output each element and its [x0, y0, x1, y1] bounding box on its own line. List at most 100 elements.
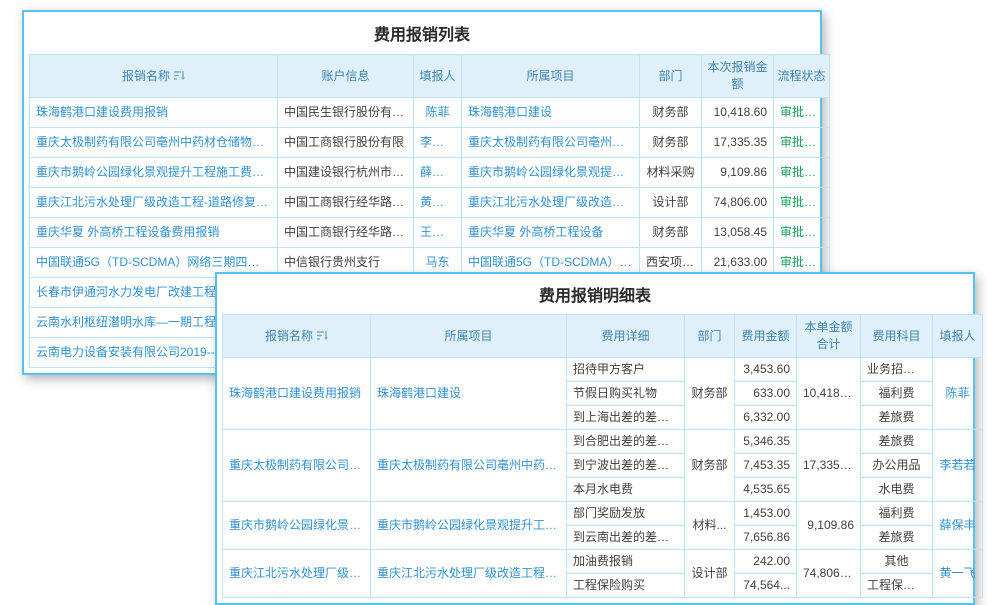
- expense-amount-cell: 6,332.00: [735, 406, 797, 430]
- reimbursement-name-link[interactable]: 珠海鹤港口建设费用报销: [223, 358, 371, 430]
- reimbursement-name-link[interactable]: 重庆江北污水处理厂级改造工程-道路修复工程费用...: [30, 188, 278, 218]
- dept-cell: 设计部: [685, 550, 735, 598]
- dept-cell: 财务部: [640, 98, 702, 128]
- col-header-category: 费用科目: [861, 315, 933, 358]
- category-cell: 差旅费: [861, 406, 933, 430]
- project-link[interactable]: 重庆太极制药有限公司亳州中...: [462, 128, 640, 158]
- table-row[interactable]: 珠海鹤港口建设费用报销 珠海鹤港口建设 招待甲方客户 财务部 3,453.60 …: [223, 358, 983, 382]
- account-cell: 中国工商银行经华路支行: [278, 188, 414, 218]
- sort-icon[interactable]: [173, 70, 185, 81]
- reimbursement-name-link[interactable]: 重庆江北污水处理厂级改造工程-...: [223, 550, 371, 598]
- expense-amount-cell: 1,453.00: [735, 502, 797, 526]
- category-cell: 福利费: [861, 502, 933, 526]
- total-amount-cell: 9,109.86: [797, 502, 861, 550]
- filler-link[interactable]: 李若若: [414, 128, 462, 158]
- reimbursement-name-link[interactable]: 重庆太极制药有限公司亳州中药材...: [223, 430, 371, 502]
- col-header-expense-amount: 费用金额: [735, 315, 797, 358]
- col-header-status: 流程状态: [774, 55, 830, 98]
- table-row[interactable]: 重庆太极制药有限公司亳州中药材... 重庆太极制药有限公司亳州中药材仓储物流..…: [223, 430, 983, 454]
- table-row[interactable]: 重庆华夏 外高桥工程设备费用报销 中国工商银行经华路支行 王可可 重庆华夏 外高…: [30, 218, 830, 248]
- expense-amount-cell: 242.00: [735, 550, 797, 574]
- category-cell: 工程保险费: [861, 574, 933, 598]
- filler-link[interactable]: 薛保丰: [933, 502, 983, 550]
- expense-item-cell: 到上海出差的差旅费: [567, 406, 685, 430]
- status-link[interactable]: 审批通过: [774, 158, 830, 188]
- sort-icon[interactable]: [316, 330, 328, 341]
- table-row[interactable]: 重庆江北污水处理厂级改造工程-道路修复工程费用... 中国工商银行经华路支行 黄…: [30, 188, 830, 218]
- table-row[interactable]: 珠海鹤港口建设费用报销 中国民生银行股份有限... 陈菲 珠海鹤港口建设 财务部…: [30, 98, 830, 128]
- col-header-dept: 部门: [685, 315, 735, 358]
- table-row[interactable]: 重庆市鹅岭公园绿化景观提升工程... 重庆市鹅岭公园绿化景观提升工程施工 部门奖…: [223, 502, 983, 526]
- project-link[interactable]: 珠海鹤港口建设: [371, 358, 567, 430]
- dept-cell: 材料...: [685, 502, 735, 550]
- expense-detail-title: 费用报销明细表: [222, 274, 968, 314]
- project-link[interactable]: 重庆华夏 外高桥工程设备: [462, 218, 640, 248]
- table-row[interactable]: 重庆江北污水处理厂级改造工程-... 重庆江北污水处理厂级改造工程-道路修复工.…: [223, 550, 983, 574]
- filler-link[interactable]: 陈菲: [414, 98, 462, 128]
- col-header-total-amount: 本单金额合计: [797, 315, 861, 358]
- account-cell: 中国工商银行经华路支行: [278, 218, 414, 248]
- status-link[interactable]: 审批通过: [774, 218, 830, 248]
- col-header-filler: 填报人: [933, 315, 983, 358]
- amount-cell: 74,806.00: [702, 188, 774, 218]
- project-link[interactable]: 重庆市鹅岭公园绿化景观提升...: [462, 158, 640, 188]
- status-link[interactable]: 审批通过: [774, 98, 830, 128]
- filler-link[interactable]: 黄一飞: [414, 188, 462, 218]
- expense-item-cell: 到合肥出差的差旅费: [567, 430, 685, 454]
- status-link[interactable]: 审批通过: [774, 128, 830, 158]
- col-header-name[interactable]: 报销名称: [30, 55, 278, 98]
- category-cell: 差旅费: [861, 430, 933, 454]
- total-amount-cell: 17,335.35: [797, 430, 861, 502]
- expense-list-header-row: 报销名称 账户信息 填报人 所属项目 部门 本次报销金额 流程状态: [30, 55, 830, 98]
- filler-link[interactable]: 李若若: [933, 430, 983, 502]
- amount-cell: 13,058.45: [702, 218, 774, 248]
- expense-item-cell: 本月水电费: [567, 478, 685, 502]
- expense-item-cell: 加油费报销: [567, 550, 685, 574]
- reimbursement-name-link[interactable]: 重庆华夏 外高桥工程设备费用报销: [30, 218, 278, 248]
- expense-amount-cell: 7,656.86: [735, 526, 797, 550]
- expense-item-cell: 到宁波出差的差旅费: [567, 454, 685, 478]
- project-link[interactable]: 珠海鹤港口建设: [462, 98, 640, 128]
- category-cell: 水电费: [861, 478, 933, 502]
- amount-cell: 10,418.60: [702, 98, 774, 128]
- dept-cell: 财务部: [640, 128, 702, 158]
- category-cell: 其他: [861, 550, 933, 574]
- col-header-name-label: 报销名称: [265, 329, 313, 343]
- table-row[interactable]: 重庆市鹅岭公园绿化景观提升工程施工费用报销 中国建设银行杭州市上... 薛保丰 …: [30, 158, 830, 188]
- project-link[interactable]: 重庆太极制药有限公司亳州中药材仓储物流...: [371, 430, 567, 502]
- status-link[interactable]: 审批通过: [774, 188, 830, 218]
- filler-link[interactable]: 薛保丰: [414, 158, 462, 188]
- expense-item-cell: 招待甲方客户: [567, 358, 685, 382]
- dept-cell: 设计部: [640, 188, 702, 218]
- table-row[interactable]: 重庆太极制药有限公司亳州中药材仓储物流基地项... 中国工商银行股份有限 李若若…: [30, 128, 830, 158]
- project-link[interactable]: 重庆江北污水处理厂级改造工程-道路修复工...: [371, 550, 567, 598]
- dept-cell: 财务部: [685, 358, 735, 430]
- category-cell: 办公用品: [861, 454, 933, 478]
- expense-item-cell: 工程保险购买: [567, 574, 685, 598]
- project-link[interactable]: 重庆市鹅岭公园绿化景观提升工程施工: [371, 502, 567, 550]
- amount-cell: 9,109.86: [702, 158, 774, 188]
- reimbursement-name-link[interactable]: 珠海鹤港口建设费用报销: [30, 98, 278, 128]
- col-header-project: 所属项目: [462, 55, 640, 98]
- expense-amount-cell: 4,535.65: [735, 478, 797, 502]
- account-cell: 中国民生银行股份有限...: [278, 98, 414, 128]
- amount-cell: 17,335.35: [702, 128, 774, 158]
- dept-cell: 财务部: [685, 430, 735, 502]
- project-link[interactable]: 重庆江北污水处理厂级改造工...: [462, 188, 640, 218]
- expense-list-title: 费用报销列表: [29, 12, 815, 54]
- expense-detail-panel: 费用报销明细表 报销名称 所属项目 费用详细 部门 费用金额 本单金额合计 费用…: [215, 272, 975, 605]
- expense-amount-cell: 74,564...: [735, 574, 797, 598]
- col-header-name[interactable]: 报销名称: [223, 315, 371, 358]
- filler-link[interactable]: 陈菲: [933, 358, 983, 430]
- total-amount-cell: 74,806.00: [797, 550, 861, 598]
- reimbursement-name-link[interactable]: 重庆太极制药有限公司亳州中药材仓储物流基地项...: [30, 128, 278, 158]
- filler-link[interactable]: 王可可: [414, 218, 462, 248]
- reimbursement-name-link[interactable]: 重庆市鹅岭公园绿化景观提升工程...: [223, 502, 371, 550]
- col-header-expense-item: 费用详细: [567, 315, 685, 358]
- expense-amount-cell: 7,453.35: [735, 454, 797, 478]
- reimbursement-name-link[interactable]: 重庆市鹅岭公园绿化景观提升工程施工费用报销: [30, 158, 278, 188]
- col-header-name-label: 报销名称: [122, 69, 170, 83]
- expense-detail-header-row: 报销名称 所属项目 费用详细 部门 费用金额 本单金额合计 费用科目 填报人: [223, 315, 983, 358]
- filler-link[interactable]: 黄一飞: [933, 550, 983, 598]
- category-cell: 福利费: [861, 382, 933, 406]
